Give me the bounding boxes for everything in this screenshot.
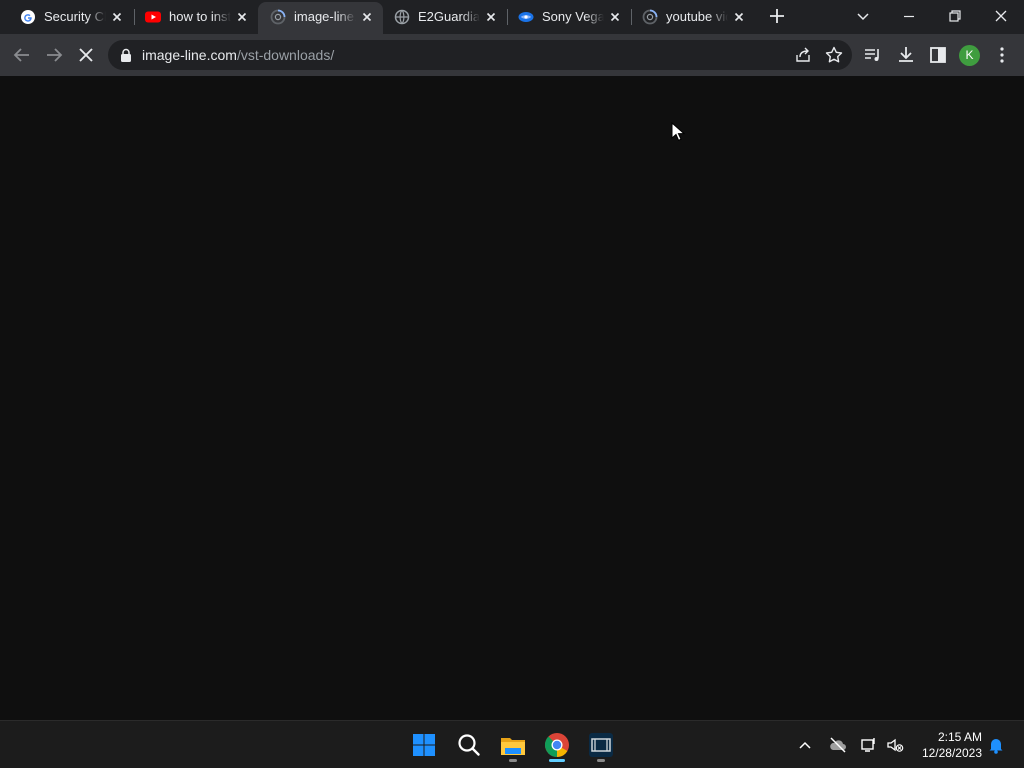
globe-icon xyxy=(394,9,410,25)
video-editor-icon[interactable] xyxy=(587,731,615,759)
tab-sony-vegas[interactable]: Sony Vegas xyxy=(506,2,631,32)
address-bar[interactable]: image-line.com/vst-downloads/ xyxy=(108,40,852,70)
windows-taskbar: 2:15 AM 12/28/2023 xyxy=(0,720,1024,768)
url-path: /vst-downloads/ xyxy=(236,47,335,63)
clock-time: 2:15 AM xyxy=(937,730,982,744)
file-explorer-icon[interactable] xyxy=(499,731,527,759)
google-icon xyxy=(21,10,35,24)
chevron-up-icon[interactable] xyxy=(795,735,815,755)
tab-search-chevron-icon[interactable] xyxy=(851,4,875,28)
tab-title: Security Checkup xyxy=(44,10,106,24)
share-icon[interactable] xyxy=(794,46,812,64)
active-indicator xyxy=(549,759,565,762)
youtube-icon xyxy=(145,11,161,23)
volume-muted-icon[interactable] xyxy=(885,735,905,755)
url-host: image-line.com xyxy=(142,47,237,63)
vegas-icon xyxy=(518,12,534,22)
minimize-icon[interactable] xyxy=(897,4,921,28)
download-icon[interactable] xyxy=(895,44,917,66)
new-tab-button[interactable] xyxy=(766,5,788,27)
media-queue-icon[interactable] xyxy=(862,44,884,66)
restore-icon[interactable] xyxy=(943,4,967,28)
tab-title: image-line.com xyxy=(294,10,356,24)
clock-date: 12/28/2023 xyxy=(921,746,982,760)
url-text[interactable]: image-line.com/vst-downloads/ xyxy=(142,47,334,63)
page-viewport[interactable] xyxy=(0,76,1024,720)
network-icon[interactable] xyxy=(859,735,879,755)
close-icon[interactable] xyxy=(731,9,747,25)
bookmark-star-icon[interactable] xyxy=(824,45,844,65)
chrome-icon[interactable] xyxy=(543,731,571,759)
kebab-menu-icon[interactable] xyxy=(991,44,1013,66)
lock-icon[interactable] xyxy=(120,48,132,62)
side-panel-icon[interactable] xyxy=(927,44,949,66)
back-icon[interactable] xyxy=(11,44,33,66)
profile-avatar[interactable]: K xyxy=(959,45,980,66)
tab-title: youtube video xyxy=(666,10,728,24)
browser-toolbar: image-line.com/vst-downloads/ K xyxy=(0,34,1024,76)
windows-start-icon[interactable] xyxy=(410,731,438,759)
forward-icon[interactable] xyxy=(43,44,65,66)
close-icon[interactable] xyxy=(607,9,623,25)
notification-bell-icon[interactable] xyxy=(986,735,1006,755)
close-icon[interactable] xyxy=(359,9,375,25)
running-indicator xyxy=(509,759,517,762)
tab-title: E2Guardian xyxy=(418,10,480,24)
onedrive-offline-icon[interactable] xyxy=(828,735,848,755)
window-close-icon[interactable] xyxy=(989,4,1013,28)
tab-title: Sony Vegas xyxy=(542,10,604,24)
tab-title: how to install xyxy=(169,10,231,24)
stop-loading-icon[interactable] xyxy=(75,44,97,66)
system-clock[interactable]: 2:15 AM 12/28/2023 xyxy=(922,729,982,761)
search-icon[interactable] xyxy=(455,731,483,759)
close-icon[interactable] xyxy=(234,9,250,25)
close-icon[interactable] xyxy=(109,9,125,25)
tab-youtube-video[interactable]: youtube video xyxy=(630,2,755,32)
loading-globe-icon xyxy=(642,9,658,25)
loading-globe-icon xyxy=(270,9,286,25)
running-indicator xyxy=(597,759,605,762)
mouse-cursor-icon xyxy=(671,122,685,141)
close-icon[interactable] xyxy=(483,9,499,25)
tab-e2guardian[interactable]: E2Guardian xyxy=(382,2,507,32)
tab-image-line[interactable]: image-line.com xyxy=(258,2,383,34)
tab-how-to-install[interactable]: how to install xyxy=(133,2,258,32)
tab-strip: Security Checkup how to install image-li… xyxy=(0,0,1024,34)
tab-security-checkup[interactable]: Security Checkup xyxy=(8,2,133,32)
